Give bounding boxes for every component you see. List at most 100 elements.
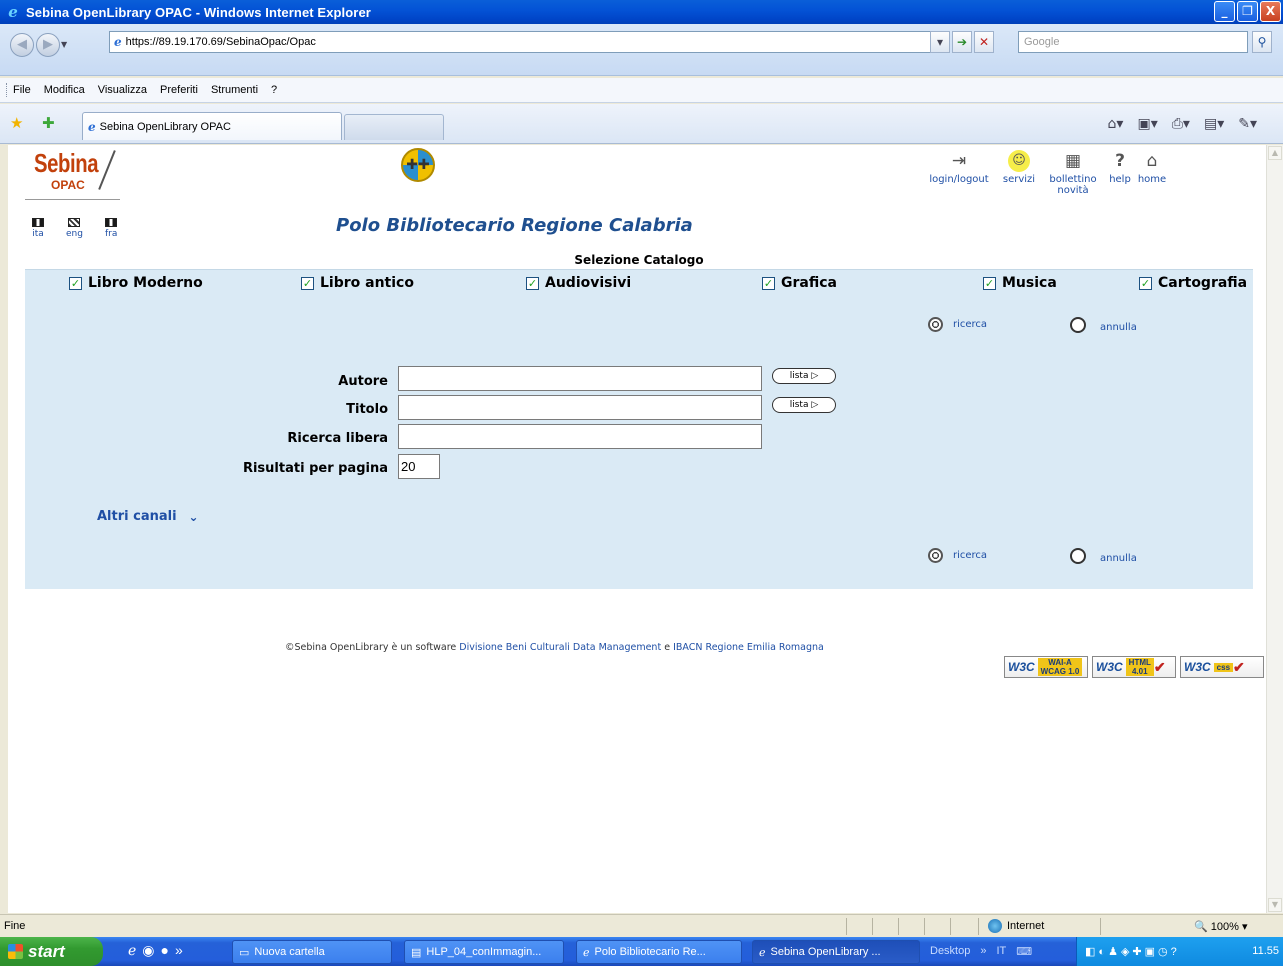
print-icon[interactable]: ⎙▾ (1172, 116, 1190, 132)
address-input[interactable]: e https://89.19.170.69/SebinaOpac/Opac (109, 31, 931, 53)
footer-link-ibacn[interactable]: IBACN Regione Emilia Romagna (673, 642, 824, 653)
maximize-button[interactable]: ❐ (1237, 1, 1258, 22)
chevron-down-icon: ⌄ (188, 509, 199, 524)
help-link[interactable]: ? help (1104, 150, 1136, 196)
network-icon[interactable]: ◧ (1085, 945, 1095, 958)
catalog-audiovisivi[interactable]: ✓ Audiovisivi (526, 275, 631, 291)
catalog-cartografia[interactable]: ✓ Cartografia (1139, 275, 1247, 291)
add-favorites-icon[interactable]: ✚ (42, 114, 55, 132)
catalog-libro-antico[interactable]: ✓ Libro antico (301, 275, 414, 291)
quick-launch: ℯ ◉ ● » (128, 942, 183, 959)
help-tray-icon[interactable]: ? (1171, 946, 1177, 958)
ricerca-libera-label: Ricerca libera (287, 431, 388, 446)
catalog-musica[interactable]: ✓ Musica (983, 275, 1057, 291)
taskbar-item-sebina[interactable]: ℯ Sebina OpenLibrary ... (752, 940, 920, 964)
ricerca-button-top[interactable]: ricerca (928, 317, 987, 332)
checkbox-checked-icon[interactable]: ✓ (301, 276, 314, 290)
media-quicklaunch-icon[interactable]: ◉ (142, 942, 154, 959)
ricerca-button-bottom[interactable]: ricerca (928, 548, 987, 563)
titolo-input[interactable] (398, 395, 762, 420)
sebina-logo[interactable]: Sebina OPAC (34, 150, 116, 192)
vertical-scrollbar[interactable]: ▲ ▼ (1266, 145, 1283, 913)
home-link[interactable]: ⌂ home (1136, 150, 1168, 196)
tools-icon[interactable]: ✎▾ (1238, 116, 1257, 132)
zoom-level[interactable]: 🔍 100% ▾ (1194, 920, 1247, 933)
desktop-label[interactable]: Desktop (930, 945, 970, 958)
user-icon[interactable]: ♟ (1108, 945, 1118, 958)
titolo-lista-button[interactable]: lista ▷ (772, 397, 836, 413)
new-tab-button[interactable] (344, 114, 444, 140)
html-tag: HTML 4.01 (1125, 658, 1154, 676)
go-arrow-icon[interactable]: ➔ (952, 31, 972, 53)
checkbox-checked-icon[interactable]: ✓ (526, 276, 539, 290)
tab-sebina[interactable]: e Sebina OpenLibrary OPAC (82, 112, 342, 140)
history-dropdown-icon[interactable]: ▼ (61, 40, 67, 49)
monitor-icon[interactable]: ▣ (1145, 945, 1155, 958)
windows-taskbar: start ℯ ◉ ● » ▭ Nuova cartella ▤ HLP_04_… (0, 937, 1283, 966)
taskbar-item-word[interactable]: ▤ HLP_04_conImmagin... (404, 940, 564, 964)
tray-app-icon[interactable]: ◈ (1121, 945, 1129, 958)
keyboard-icon[interactable]: ⌨ (1016, 945, 1032, 958)
ie-icon: e (8, 3, 18, 21)
ie-window-icon: ℯ (759, 946, 766, 959)
favorites-star-icon[interactable]: ★ (10, 114, 23, 132)
app-quicklaunch-icon[interactable]: ● (161, 942, 169, 959)
taskbar-item-polo[interactable]: ℯ Polo Bibliotecario Re... (576, 940, 742, 964)
clock-app-icon[interactable]: ◷ (1158, 945, 1168, 958)
forward-button[interactable]: ▶ (36, 33, 60, 57)
login-logout-link[interactable]: ⇥ login/logout (922, 150, 996, 196)
shield-icon[interactable]: ✚ (1132, 945, 1141, 958)
menu-preferiti[interactable]: Preferiti (160, 84, 198, 96)
annulla-button-bottom[interactable]: annulla (1070, 548, 1137, 564)
start-button[interactable]: start (0, 937, 103, 966)
menu-help[interactable]: ? (271, 84, 277, 96)
menu-strumenti[interactable]: Strumenti (211, 84, 258, 96)
checkbox-checked-icon[interactable]: ✓ (983, 276, 996, 290)
lang-eng[interactable]: eng (66, 218, 83, 239)
chevron-right-icon[interactable]: » (980, 945, 986, 958)
autore-input[interactable] (398, 366, 762, 391)
feeds-icon[interactable]: ▣▾ (1137, 116, 1157, 132)
lang-fra[interactable]: fra (105, 218, 117, 239)
wai-a-badge[interactable]: W3C WAI-A WCAG 1.0 (1004, 656, 1088, 678)
chevron-right-icon[interactable]: » (175, 942, 183, 959)
menu-file[interactable]: File (13, 84, 31, 96)
menu-modifica[interactable]: Modifica (44, 84, 85, 96)
language-indicator[interactable]: IT (996, 945, 1006, 958)
address-dropdown-icon[interactable]: ▾ (930, 31, 950, 53)
top-navigation: ⇥ login/logout ☺ servizi ▦ bollettino no… (922, 150, 1168, 196)
close-button[interactable]: X (1260, 1, 1281, 22)
page-menu-icon[interactable]: ▤▾ (1204, 116, 1224, 132)
scroll-down-icon[interactable]: ▼ (1268, 898, 1282, 912)
scroll-up-icon[interactable]: ▲ (1268, 146, 1282, 160)
home-icon[interactable]: ⌂▾ (1108, 116, 1124, 132)
back-button[interactable]: ◀ (10, 33, 34, 57)
altri-canali-toggle[interactable]: Altri canali ⌄ (97, 509, 199, 524)
catalog-libro-moderno[interactable]: ✓ Libro Moderno (69, 275, 203, 291)
minimize-button[interactable]: _ (1214, 1, 1235, 22)
checkbox-checked-icon[interactable]: ✓ (69, 276, 82, 290)
risultati-input[interactable] (398, 454, 440, 479)
france-flag-icon (105, 218, 118, 227)
catalog-grafica[interactable]: ✓ Grafica (762, 275, 837, 291)
ie-quicklaunch-icon[interactable]: ℯ (128, 942, 136, 959)
checkbox-checked-icon[interactable]: ✓ (762, 276, 775, 290)
servizi-link[interactable]: ☺ servizi (996, 150, 1042, 196)
link-label: bollettino (1049, 174, 1097, 185)
stop-icon[interactable]: ✕ (974, 31, 994, 53)
volume-icon[interactable]: ◐ (1098, 946, 1105, 958)
search-input[interactable]: Google (1018, 31, 1248, 53)
taskbar-item-folder[interactable]: ▭ Nuova cartella (232, 940, 392, 964)
autore-lista-button[interactable]: lista ▷ (772, 368, 836, 384)
bollettino-novita-link[interactable]: ▦ bollettino novità (1042, 150, 1104, 196)
css-badge[interactable]: W3C css ✔ (1180, 656, 1264, 678)
checkbox-checked-icon[interactable]: ✓ (1139, 276, 1152, 290)
search-icon[interactable]: ⚲ (1252, 31, 1272, 53)
html-badge[interactable]: W3C HTML 4.01 ✔ (1092, 656, 1176, 678)
logo-underline (25, 199, 120, 200)
lang-ita[interactable]: ita (32, 218, 44, 239)
annulla-button-top[interactable]: annulla (1070, 317, 1137, 333)
footer-link-divisione[interactable]: Divisione Beni Culturali Data Management (459, 642, 661, 653)
menu-visualizza[interactable]: Visualizza (98, 84, 147, 96)
ricerca-libera-input[interactable] (398, 424, 762, 449)
